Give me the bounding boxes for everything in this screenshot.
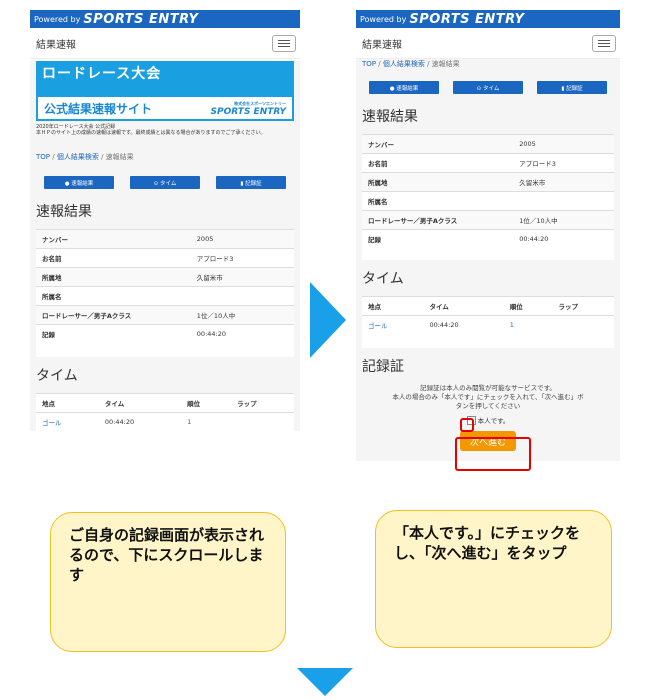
table-row: お名前 アプロード3 (36, 248, 294, 268)
breadcrumb-top[interactable]: TOP (362, 60, 376, 68)
table-row: お名前 アプロード3 (362, 153, 614, 173)
table-row: 所属地 久留米市 (36, 267, 294, 287)
table-row: ロードレーサー／男子Aクラス 1位／10人中 (362, 210, 614, 230)
time-table: 地点 タイム 順位 ラップ ゴール 00:44:20 1 (362, 296, 614, 334)
event-title-banner: ロードレース大会 (36, 61, 294, 91)
table-row: 所属地 久留米市 (362, 172, 614, 192)
certificate-description: 記録証は本人のみ閲覧が可能なサービスです。 本人の場合のみ「本人です」にチェック… (392, 384, 584, 410)
table-row: 所属名 (362, 191, 614, 211)
result-button[interactable]: ● 速報結果 (44, 176, 114, 189)
result-heading: 速報結果 (362, 109, 418, 125)
tab-buttons: ● 速報結果 ⊙ タイム ▮ 記録証 (362, 81, 614, 94)
right-screenshot: Powered by SPORTS ENTRY 結果速報 TOP / 個人結果検… (356, 10, 620, 466)
table-row: ナンバー 2005 (36, 229, 294, 249)
left-callout: ご自身の記録画面が表示されるので、下にスクロールします (50, 512, 286, 652)
time-button[interactable]: ⊙ タイム (453, 81, 523, 94)
powered-text: Powered by (34, 14, 81, 24)
certificate-heading: 記録証 (362, 359, 404, 375)
identity-check-row: 本人です。 (362, 415, 614, 425)
nav-bar: 結果速報 (30, 28, 300, 59)
table-header-row: 地点 タイム 順位 ラップ (36, 393, 294, 413)
site-subtitle-banner: 公式結果速報サイト 株式会社スポーツエントリー SPORTS ENTRY (36, 91, 294, 121)
result-button[interactable]: ● 速報結果 (369, 81, 439, 94)
result-table: ナンバー 2005 お名前 アプロード3 所属地 久留米市 所属名 ロードレーサー／男… (36, 229, 294, 343)
left-screenshot: Powered by SPORTS ENTRY 結果速報 ロードレース大会 公式… (30, 10, 300, 466)
checkbox-highlight (460, 418, 474, 432)
result-heading: 速報結果 (36, 204, 92, 220)
certificate-button[interactable]: ▮ 記録証 (537, 81, 607, 94)
powered-bar: Powered by SPORTS ENTRY (356, 10, 620, 28)
tab-buttons: ● 速報結果 ⊙ タイム ▮ 記録証 (36, 176, 294, 189)
nav-title: 結果速報 (362, 39, 402, 51)
site-subtitle: 公式結果速報サイト (44, 101, 153, 116)
table-row: ゴール 00:44:20 1 (36, 412, 294, 431)
sports-entry-logo: 株式会社スポーツエントリー SPORTS ENTRY (210, 101, 286, 117)
time-heading: タイム (36, 368, 78, 384)
breadcrumb-current: 速報結果 (431, 60, 460, 68)
table-header-row: 地点 タイム 順位 ラップ (362, 296, 614, 316)
hamburger-menu-icon[interactable] (592, 34, 616, 52)
arrow-right-icon (310, 282, 346, 358)
nav-title: 結果速報 (36, 39, 76, 51)
breadcrumb: TOP / 個人結果検索 / 速報結果 (362, 60, 460, 68)
table-row: ナンバー 2005 (362, 134, 614, 154)
next-button-highlight (455, 437, 531, 471)
powered-text: Powered by (360, 14, 407, 24)
certificate-button[interactable]: ▮ 記録証 (216, 176, 286, 189)
notice-text: 2020年ロードレース大会 公式記録 本ＨＰのサイト上の成績の速報は速報です。最… (36, 124, 266, 136)
time-heading: タイム (362, 271, 404, 287)
page-content: TOP / 個人結果検索 / 速報結果 ● 速報結果 ⊙ タイム ▮ 記録証 速… (356, 59, 620, 461)
right-callout: 「本人です。」にチェックをし、「次へ進む」をタップ (375, 510, 612, 648)
brand-logo[interactable]: SPORTS ENTRY (409, 12, 524, 27)
nav-bar: 結果速報 (356, 28, 620, 59)
breadcrumb-top[interactable]: TOP (36, 153, 50, 161)
table-row: 記録 00:44:20 (36, 324, 294, 343)
result-table: ナンバー 2005 お名前 アプロード3 所属地 久留米市 所属名 ロードレーサー／男… (362, 134, 614, 248)
breadcrumb-search[interactable]: 個人結果検索 (57, 153, 99, 161)
table-row: 所属名 (36, 286, 294, 306)
time-button[interactable]: ⊙ タイム (130, 176, 200, 189)
breadcrumb: TOP / 個人結果検索 / 速報結果 (36, 153, 134, 161)
page-content: ロードレース大会 公式結果速報サイト 株式会社スポーツエントリー SPORTS E… (30, 61, 300, 431)
table-row: ゴール 00:44:20 1 (362, 315, 614, 334)
hamburger-menu-icon[interactable] (272, 34, 296, 52)
table-row: 記録 00:44:20 (362, 229, 614, 248)
powered-bar: Powered by SPORTS ENTRY (30, 10, 300, 28)
identity-check-label: 本人です。 (477, 417, 510, 425)
breadcrumb-search[interactable]: 個人結果検索 (383, 60, 425, 68)
brand-logo[interactable]: SPORTS ENTRY (83, 12, 198, 27)
time-table: 地点 タイム 順位 ラップ ゴール 00:44:20 1 (36, 393, 294, 431)
arrow-down-icon (297, 668, 353, 696)
breadcrumb-current: 速報結果 (105, 153, 134, 161)
table-row: ロードレーサー／男子Aクラス 1位／10人中 (36, 305, 294, 325)
